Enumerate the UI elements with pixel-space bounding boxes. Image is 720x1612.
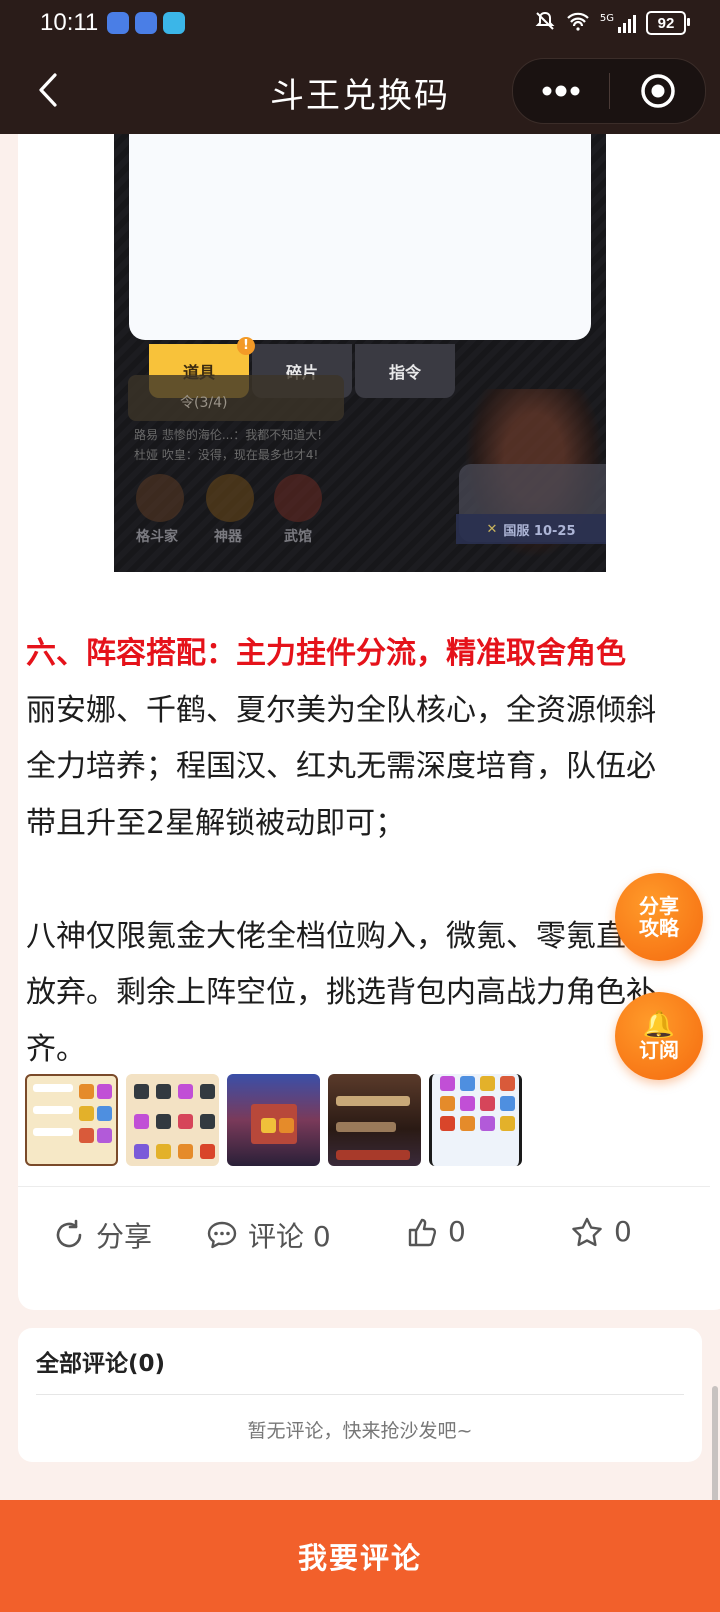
- favorite-button[interactable]: 0: [570, 1215, 632, 1248]
- screenshot-date-text: 国服 10-25: [503, 523, 576, 539]
- close-miniapp-button[interactable]: [610, 59, 705, 123]
- app-notification-icon: [107, 12, 129, 34]
- like-count: 0: [448, 1215, 466, 1248]
- share-guide-button[interactable]: 分享 攻略: [615, 873, 703, 961]
- comment-button[interactable]: 评论 0: [206, 1215, 331, 1255]
- app-notification-icon: [135, 12, 157, 34]
- thumbs-up-icon: [408, 1218, 437, 1246]
- thumbnail-image[interactable]: [126, 1074, 219, 1166]
- thumbnail-image[interactable]: [227, 1074, 320, 1166]
- status-time: 10:11: [40, 9, 99, 36]
- miniapp-capsule: [512, 58, 706, 124]
- article-paragraph: 八神仅限氪金大佬全档位购入，微氪、零氪直接放弃。剩余上阵空位，挑选背包内高战力角…: [26, 918, 656, 1067]
- image-thumbnails: [25, 1074, 522, 1166]
- signal-icon: 5G: [600, 13, 636, 33]
- comments-title: 全部评论(0): [36, 1351, 166, 1377]
- battery-level: 92: [657, 14, 675, 32]
- share-guide-label: 分享: [639, 894, 679, 918]
- swords-icon: ✕: [486, 521, 498, 537]
- reader-app-icon: [163, 12, 185, 34]
- comment-bubble-icon: [207, 1221, 237, 1249]
- screenshot-panel: [129, 134, 591, 340]
- wifi-icon: [566, 11, 590, 35]
- like-button[interactable]: 0: [406, 1215, 466, 1248]
- screenshot-tab-commands: 指令: [355, 344, 455, 398]
- comment-count-label: 评论 0: [248, 1220, 331, 1253]
- bell-icon: 🔔: [642, 1010, 676, 1040]
- star-icon: [572, 1217, 602, 1246]
- fighter-icon: [136, 474, 184, 522]
- network-type: 5G: [599, 13, 614, 24]
- favorite-count: 0: [614, 1215, 632, 1248]
- mute-icon: [534, 10, 556, 36]
- share-button[interactable]: 分享: [52, 1215, 152, 1255]
- subscribe-button[interactable]: 🔔 订阅: [615, 992, 703, 1080]
- subscribe-label: 订阅: [639, 1038, 679, 1062]
- thumbnail-image[interactable]: [328, 1074, 421, 1166]
- screenshot-label: 武馆: [284, 529, 312, 545]
- comments-empty-text: 暂无评论，快来抢沙发吧~: [247, 1420, 473, 1442]
- target-circle-icon: [640, 74, 675, 108]
- share-refresh-icon: [56, 1219, 82, 1248]
- status-bar: 10:11 5G 92: [0, 0, 720, 48]
- screenshot-label: 神器: [214, 529, 242, 545]
- more-dots-icon: [542, 85, 580, 97]
- screenshot-chat-line: 路易 悲惨的海伦...：我都不知道大!: [134, 428, 323, 442]
- screenshot-ticket: [128, 375, 344, 421]
- artifact-icon: [206, 474, 254, 522]
- nav-bar: 斗王兑换码: [0, 48, 720, 134]
- more-button[interactable]: [513, 59, 609, 123]
- write-comment-button[interactable]: 我要评论: [0, 1500, 720, 1612]
- screenshot-ticket-text: 令(3/4): [180, 395, 228, 411]
- screenshot-date-tag: ✕ 国服 10-25: [456, 514, 606, 544]
- screenshot-badge: !: [237, 337, 255, 355]
- share-guide-label: 攻略: [639, 916, 679, 940]
- scrollbar[interactable]: [712, 1386, 718, 1506]
- article-content: 六、阵容搭配：主力挂件分流，精准取舍角色 丽安娜、千鹤、夏尔美为全队核心，全资源…: [26, 626, 666, 1078]
- comments-section: 全部评论(0) 暂无评论，快来抢沙发吧~: [18, 1328, 702, 1462]
- share-label: 分享: [96, 1220, 153, 1253]
- section-heading: 六、阵容搭配：主力挂件分流，精准取舍角色: [26, 636, 626, 671]
- article-screenshot[interactable]: 道具 碎片 指令 ! 令(3/4) 路易 悲惨的海伦...：我都不知道大! 杜娅…: [114, 134, 606, 572]
- comments-divider: [36, 1394, 684, 1395]
- screenshot-chat-line: 杜娅 吹皇：没得，现在最多也才4!: [134, 448, 319, 462]
- action-bar: 分享 评论 0 0 0: [18, 1186, 710, 1277]
- dojo-icon: [274, 474, 322, 522]
- thumbnail-image[interactable]: [429, 1074, 522, 1166]
- article-card: 道具 碎片 指令 ! 令(3/4) 路易 悲惨的海伦...：我都不知道大! 杜娅…: [18, 134, 720, 1310]
- write-comment-label: 我要评论: [297, 1541, 422, 1575]
- battery-icon: 92: [646, 11, 690, 35]
- screenshot-label: 格斗家: [136, 529, 178, 545]
- thumbnail-image[interactable]: [25, 1074, 118, 1166]
- article-paragraph: 丽安娜、千鹤、夏尔美为全队核心，全资源倾斜全力培养；程国汉、红丸无需深度培育，队…: [26, 692, 656, 841]
